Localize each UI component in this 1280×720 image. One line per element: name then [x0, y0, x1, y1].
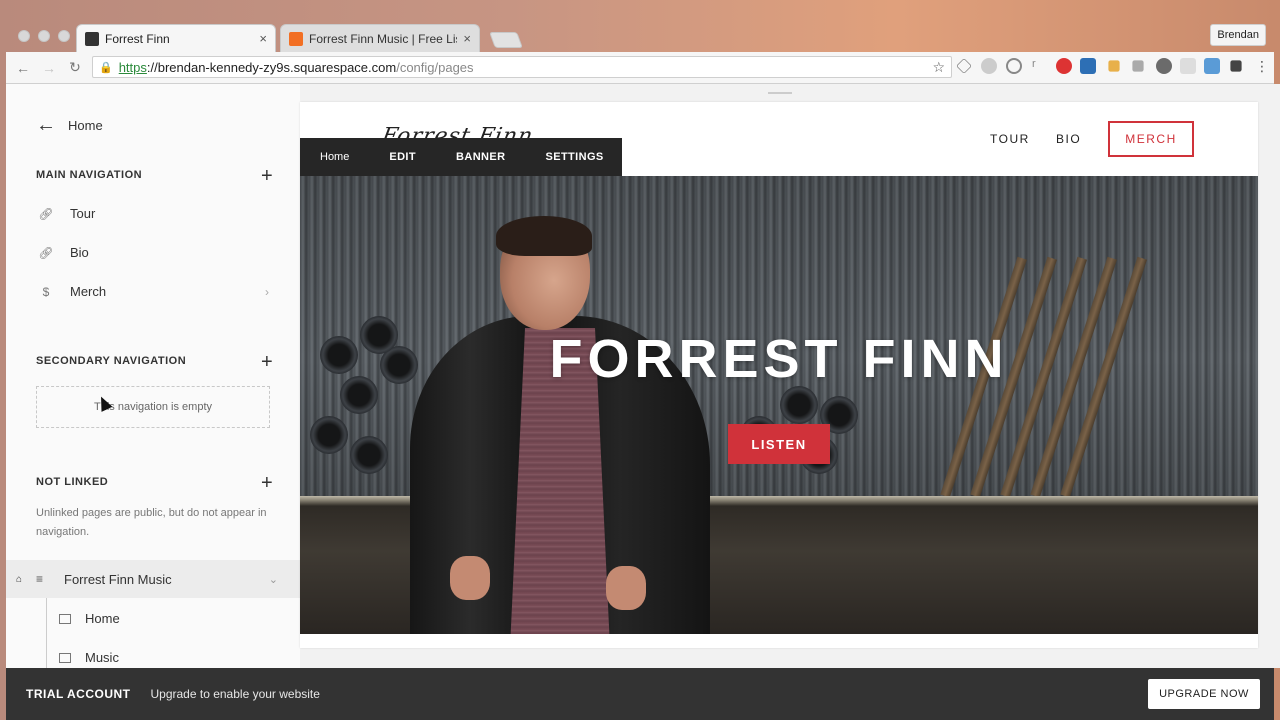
page-item-home[interactable]: Home: [59, 611, 120, 626]
extension-blue-icon[interactable]: [1080, 58, 1096, 74]
tab-title: Forrest Finn: [105, 31, 170, 46]
nav-item-tour[interactable]: 🔗︎ Tour: [38, 206, 95, 221]
nav-item-label: Bio: [70, 245, 89, 260]
tab-close-icon[interactable]: ×: [463, 31, 471, 46]
secondary-navigation-heading: SECONDARY NAVIGATION: [36, 355, 187, 367]
not-linked-description: Unlinked pages are public, but do not ap…: [36, 507, 267, 538]
back-label: Home: [68, 118, 103, 133]
page-icon: [59, 613, 71, 624]
chevron-down-icon[interactable]: ⌄: [269, 573, 278, 586]
settings-button[interactable]: SETTINGS: [545, 151, 603, 163]
page-item-label: Music: [85, 650, 119, 665]
site-folder-row[interactable]: ⌂ ≡ Forrest Finn Music ⌄: [6, 560, 300, 598]
back-arrow-icon: ←: [36, 114, 56, 136]
back-home-link[interactable]: ← Home: [36, 114, 103, 137]
home-icon: ⌂: [16, 573, 23, 585]
chevron-right-icon[interactable]: ›: [265, 285, 269, 299]
squarespace-favicon-icon: [85, 31, 99, 46]
drag-handle-icon[interactable]: ≡: [36, 572, 50, 586]
upgrade-now-button[interactable]: UPGRADE NOW: [1148, 679, 1260, 709]
merch-button[interactable]: MERCH: [1108, 121, 1194, 157]
extension-blue2-icon[interactable]: [1204, 58, 1220, 74]
not-linked-heading: NOT LINKED: [36, 476, 109, 488]
page-icon: [59, 652, 71, 663]
tab-close-icon[interactable]: ×: [259, 31, 267, 46]
page-item-label: Home: [85, 611, 120, 626]
site-preview: Forrest Finn TOUR BIO MERCH Home EDIT BA…: [300, 102, 1258, 648]
extension-dark-icon[interactable]: [1156, 58, 1172, 74]
banner-button[interactable]: BANNER: [456, 151, 505, 163]
profile-button[interactable]: Brendan: [1210, 24, 1266, 46]
dollar-icon: $: [42, 284, 50, 299]
squarespace-editor: ← Home MAIN NAVIGATION + 🔗︎ Tour 🔗︎ Bio …: [6, 84, 1280, 668]
extension-clock-icon[interactable]: [1006, 58, 1022, 74]
nav-item-bio[interactable]: 🔗︎ Bio: [38, 245, 89, 260]
edit-bar-page-label: Home: [320, 151, 350, 163]
site-nav-tour[interactable]: TOUR: [990, 132, 1030, 146]
reload-icon[interactable]: ↻: [62, 59, 88, 76]
extension-circle-icon[interactable]: [981, 58, 997, 74]
url-path: /config/pages: [396, 59, 474, 75]
maximize-window-icon[interactable]: [58, 30, 70, 42]
forward-icon[interactable]: →: [36, 60, 62, 76]
tree-line: [46, 598, 47, 668]
extension-badge-icon[interactable]: [1056, 58, 1072, 74]
extension-yellow-icon[interactable]: [1108, 60, 1120, 72]
tab-title: Forrest Finn Music | Free Liste: [309, 31, 458, 46]
extension-light-icon[interactable]: [1180, 58, 1196, 74]
secondary-nav-empty[interactable]: This navigation is empty: [36, 386, 270, 428]
add-secondary-nav-icon[interactable]: +: [261, 352, 273, 372]
link-icon: 🔗︎: [38, 245, 54, 260]
site-folder-label: Forrest Finn Music: [64, 571, 172, 587]
nav-item-label: Tour: [70, 206, 96, 221]
soundcloud-favicon-icon: [289, 31, 303, 46]
window-controls: [18, 30, 70, 42]
close-window-icon[interactable]: [18, 30, 30, 42]
link-icon: 🔗︎: [38, 206, 54, 221]
site-nav-bio[interactable]: BIO: [1056, 132, 1081, 146]
preview-drag-handle[interactable]: [768, 92, 792, 94]
minimize-window-icon[interactable]: [38, 30, 50, 42]
trial-label: TRIAL ACCOUNT: [26, 687, 131, 701]
url-scheme: https: [118, 59, 147, 75]
trial-banner: TRIAL ACCOUNT Upgrade to enable your web…: [6, 668, 1274, 720]
lock-icon: 🔒: [99, 61, 113, 74]
add-not-linked-icon[interactable]: +: [261, 473, 273, 493]
tab-soundcloud[interactable]: Forrest Finn Music | Free Liste ×: [280, 24, 480, 52]
menu-icon[interactable]: ⋮: [1254, 58, 1270, 74]
hero-title: FORREST FINN: [549, 329, 1009, 389]
page-item-music[interactable]: Music: [59, 650, 119, 665]
address-bar[interactable]: 🔒 https://brendan-kennedy-zy9s.squarespa…: [92, 56, 952, 78]
browser-tab-bar: Forrest Finn × Forrest Finn Music | Free…: [6, 18, 1274, 52]
url-host: ://brendan-kennedy-zy9s.squarespace.com: [146, 59, 397, 75]
extension-r-icon[interactable]: r: [1032, 58, 1048, 74]
artist-photo: [410, 216, 710, 634]
bookmark-star-icon[interactable]: ☆: [932, 59, 945, 76]
trial-message: Upgrade to enable your website: [150, 687, 320, 701]
extension-puzzle-icon[interactable]: [1230, 60, 1242, 72]
extension-diamond-icon[interactable]: [956, 58, 972, 74]
browser-toolbar: ← → ↻ 🔒 https://brendan-kennedy-zy9s.squ…: [6, 52, 1274, 84]
main-navigation-heading: MAIN NAVIGATION: [36, 169, 143, 181]
hero-banner-image: FORREST FINN LISTEN: [300, 176, 1258, 634]
add-main-nav-icon[interactable]: +: [261, 166, 273, 186]
page-edit-bar: Home EDIT BANNER SETTINGS: [300, 138, 622, 176]
nav-item-label: Merch: [70, 284, 107, 299]
pages-sidebar: ← Home MAIN NAVIGATION + 🔗︎ Tour 🔗︎ Bio …: [6, 84, 300, 668]
back-icon[interactable]: ←: [10, 60, 36, 76]
tab-forrest-finn[interactable]: Forrest Finn ×: [76, 24, 276, 52]
new-tab-button[interactable]: [489, 32, 523, 48]
extension-gray-icon[interactable]: [1132, 60, 1144, 72]
edit-button[interactable]: EDIT: [389, 151, 416, 163]
nav-item-merch[interactable]: $ Merch: [38, 284, 106, 299]
listen-button[interactable]: LISTEN: [728, 424, 830, 464]
